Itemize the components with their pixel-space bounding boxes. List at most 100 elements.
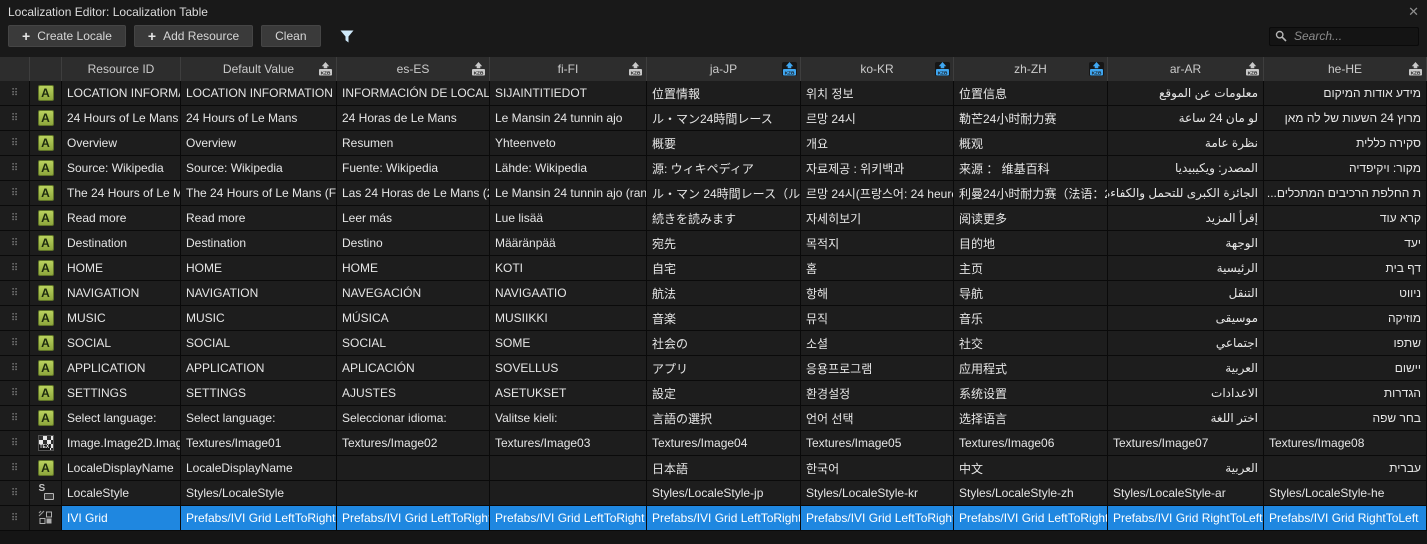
cell-zh-ZH[interactable]: 勒芒24小时耐力赛: [954, 106, 1108, 131]
table-row[interactable]: ⠿ A SOCIAL SOCIAL SOCIAL SOME 社会の 소셜 社交 اجتماعي שת…: [0, 331, 1427, 356]
cell-fi-FI[interactable]: Valitse kieli:: [490, 406, 647, 431]
cell-es-ES[interactable]: Fuente: Wikipedia: [337, 156, 490, 181]
cell-ja-JP[interactable]: 航法: [647, 281, 801, 306]
drag-handle[interactable]: ⠿: [0, 281, 30, 306]
cell-resource_id[interactable]: Read more: [62, 206, 181, 231]
column-header-default_value[interactable]: Default Value KZB: [181, 57, 337, 81]
cell-es-ES[interactable]: Las 24 Horas de Le Mans (24 Heures du Ma…: [337, 181, 490, 206]
cell-default_value[interactable]: SETTINGS: [181, 381, 337, 406]
cell-fi-FI[interactable]: Lue lisää: [490, 206, 647, 231]
cell-ar-AR[interactable]: موسيقى: [1108, 306, 1264, 331]
drag-handle[interactable]: ⠿: [0, 81, 30, 106]
cell-zh-ZH[interactable]: Textures/Image06: [954, 431, 1108, 456]
table-row[interactable]: ⠿ A LocaleDisplayName LocaleDisplayName 日本語 한…: [0, 456, 1427, 481]
cell-ko-KR[interactable]: 르망 24시(프랑스어: 24 heures du Mans): [801, 181, 954, 206]
cell-ar-AR[interactable]: إقرأ المزيد: [1108, 206, 1264, 231]
column-header-zh-ZH[interactable]: zh-ZH KZB: [954, 57, 1108, 81]
cell-ko-KR[interactable]: 언어 선택: [801, 406, 954, 431]
drag-handle[interactable]: ⠿: [0, 381, 30, 406]
cell-fi-FI[interactable]: Määränpää: [490, 231, 647, 256]
cell-zh-ZH[interactable]: Styles/LocaleStyle-zh: [954, 481, 1108, 506]
cell-resource_id[interactable]: LocaleDisplayName: [62, 456, 181, 481]
cell-ko-KR[interactable]: Prefabs/IVI Grid LeftToRight: [801, 506, 954, 531]
drag-handle[interactable]: ⠿: [0, 306, 30, 331]
cell-zh-ZH[interactable]: 目的地: [954, 231, 1108, 256]
cell-ja-JP[interactable]: ル・マン 24時間レース（ル・マン24時間耐久レース）: [647, 181, 801, 206]
table-row[interactable]: ⠿ IVI Grid Prefabs/IVI Grid LeftToRight Pre…: [0, 506, 1427, 531]
filter-icon[interactable]: [339, 29, 355, 44]
kzb-export-icon[interactable]: KZB: [628, 62, 643, 76]
cell-ko-KR[interactable]: Styles/LocaleStyle-kr: [801, 481, 954, 506]
cell-zh-ZH[interactable]: 导航: [954, 281, 1108, 306]
column-header-he-HE[interactable]: he-HE KZB: [1264, 57, 1427, 81]
cell-default_value[interactable]: MUSIC: [181, 306, 337, 331]
cell-ko-KR[interactable]: 한국어: [801, 456, 954, 481]
cell-ko-KR[interactable]: 르망 24시: [801, 106, 954, 131]
cell-ko-KR[interactable]: 개요: [801, 131, 954, 156]
column-header-ja-JP[interactable]: ja-JP KZB: [647, 57, 801, 81]
cell-zh-ZH[interactable]: 阅读更多: [954, 206, 1108, 231]
cell-es-ES[interactable]: Destino: [337, 231, 490, 256]
cell-default_value[interactable]: Styles/LocaleStyle: [181, 481, 337, 506]
kzb-export-icon[interactable]: KZB: [1089, 62, 1104, 76]
drag-handle[interactable]: ⠿: [0, 431, 30, 456]
cell-fi-FI[interactable]: Yhteenveto: [490, 131, 647, 156]
cell-resource_id[interactable]: NAVIGATION: [62, 281, 181, 306]
cell-ar-AR[interactable]: اجتماعي: [1108, 331, 1264, 356]
drag-handle[interactable]: ⠿: [0, 331, 30, 356]
cell-ko-KR[interactable]: 환경설정: [801, 381, 954, 406]
cell-fi-FI[interactable]: [490, 456, 647, 481]
drag-handle[interactable]: ⠿: [0, 256, 30, 281]
cell-fi-FI[interactable]: [490, 481, 647, 506]
cell-es-ES[interactable]: APLICACIÓN: [337, 356, 490, 381]
close-icon[interactable]: ✕: [1408, 5, 1419, 18]
cell-fi-FI[interactable]: MUSIIKKI: [490, 306, 647, 331]
kzb-export-icon[interactable]: KZB: [1408, 62, 1423, 76]
table-row[interactable]: ⠿ A HOME HOME HOME KOTI 自宅 홈 主页 الرئيسية דף בית: [0, 256, 1427, 281]
cell-default_value[interactable]: APPLICATION: [181, 356, 337, 381]
cell-ja-JP[interactable]: 自宅: [647, 256, 801, 281]
cell-fi-FI[interactable]: Lähde: Wikipedia: [490, 156, 647, 181]
cell-default_value[interactable]: Destination: [181, 231, 337, 256]
cell-default_value[interactable]: Source: Wikipedia: [181, 156, 337, 181]
cell-he-HE[interactable]: יישום: [1264, 356, 1427, 381]
table-row[interactable]: ⠿ A Overview Overview Resumen Yhteenveto 概要 개요 概…: [0, 131, 1427, 156]
cell-ar-AR[interactable]: Textures/Image07: [1108, 431, 1264, 456]
cell-ja-JP[interactable]: 源: ウィキペディア: [647, 156, 801, 181]
cell-ar-AR[interactable]: العربية: [1108, 356, 1264, 381]
column-header-ko-KR[interactable]: ko-KR KZB: [801, 57, 954, 81]
cell-default_value[interactable]: SOCIAL: [181, 331, 337, 356]
cell-ko-KR[interactable]: 위치 정보: [801, 81, 954, 106]
table-row[interactable]: ⠿ A The 24 Hours of Le MansThe 24 Hours of…: [0, 181, 1427, 206]
cell-ar-AR[interactable]: اختر اللغة: [1108, 406, 1264, 431]
cell-fi-FI[interactable]: SIJAINTITIEDOT: [490, 81, 647, 106]
cell-he-HE[interactable]: מוזיקה: [1264, 306, 1427, 331]
cell-fi-FI[interactable]: ASETUKSET: [490, 381, 647, 406]
cell-ja-JP[interactable]: 宛先: [647, 231, 801, 256]
drag-handle[interactable]: ⠿: [0, 181, 30, 206]
create-locale-button[interactable]: + Create Locale: [8, 25, 126, 47]
cell-resource_id[interactable]: Overview: [62, 131, 181, 156]
search-input[interactable]: [1292, 28, 1413, 44]
drag-handle[interactable]: ⠿: [0, 356, 30, 381]
table-row[interactable]: ⠿TEXImage.Image2D.Image01Textures/Image0…: [0, 431, 1427, 456]
cell-ar-AR[interactable]: معلومات عن الموقع: [1108, 81, 1264, 106]
cell-ko-KR[interactable]: 항해: [801, 281, 954, 306]
cell-default_value[interactable]: Read more: [181, 206, 337, 231]
cell-ko-KR[interactable]: 응용프로그램: [801, 356, 954, 381]
cell-ko-KR[interactable]: 목적지: [801, 231, 954, 256]
cell-ja-JP[interactable]: 日本語: [647, 456, 801, 481]
cell-es-ES[interactable]: NAVEGACIÓN: [337, 281, 490, 306]
cell-es-ES[interactable]: Textures/Image02: [337, 431, 490, 456]
cell-he-HE[interactable]: Prefabs/IVI Grid RightToLeft: [1264, 506, 1427, 531]
cell-zh-ZH[interactable]: 利曼24小时耐力赛（法语：24 Heures du Mans）: [954, 181, 1108, 206]
cell-zh-ZH[interactable]: 位置信息: [954, 81, 1108, 106]
cell-zh-ZH[interactable]: Prefabs/IVI Grid LeftToRight: [954, 506, 1108, 531]
cell-ar-AR[interactable]: التنقل: [1108, 281, 1264, 306]
cell-default_value[interactable]: NAVIGATION: [181, 281, 337, 306]
cell-resource_id[interactable]: The 24 Hours of Le Mans: [62, 181, 181, 206]
cell-he-HE[interactable]: בחר שפה: [1264, 406, 1427, 431]
cell-zh-ZH[interactable]: 系统设置: [954, 381, 1108, 406]
table-row[interactable]: ⠿ A Select language: Select language: Selecc…: [0, 406, 1427, 431]
cell-ja-JP[interactable]: Textures/Image04: [647, 431, 801, 456]
